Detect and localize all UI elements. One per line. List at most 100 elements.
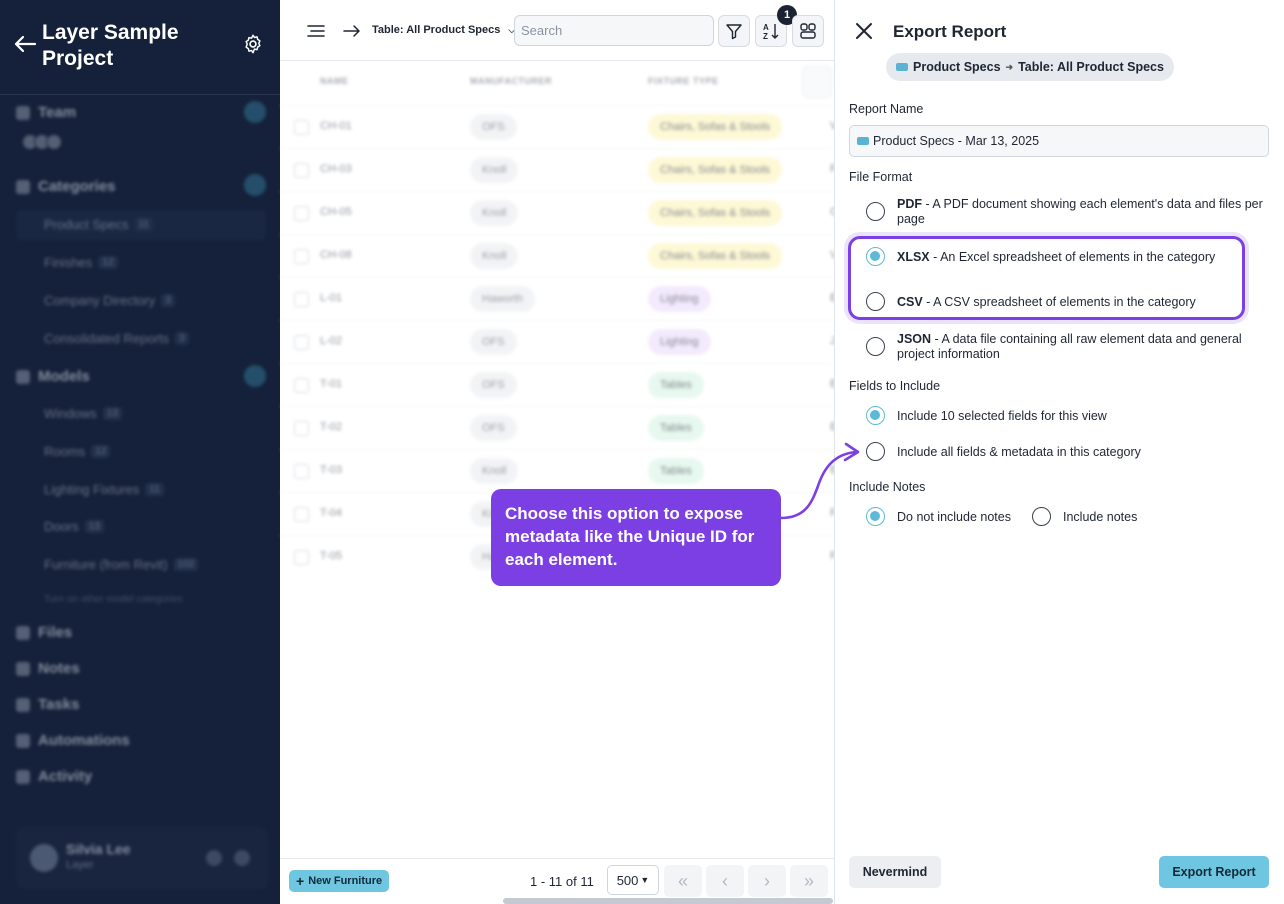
panel-title: Export Report — [893, 22, 1007, 41]
caret-down-icon: ▼ — [640, 875, 650, 885]
filter-button[interactable] — [718, 15, 750, 47]
export-report-button[interactable]: Export Report — [1159, 856, 1269, 888]
sidebar-item-finishes[interactable]: Finishes 12 — [44, 255, 118, 270]
callout-arrow-icon — [779, 442, 860, 520]
radio-xlsx[interactable] — [866, 247, 885, 266]
report-name-field[interactable]: Product Specs - Mar 13, 2025 — [849, 125, 1269, 157]
radio-selected-fields[interactable] — [866, 406, 885, 425]
menu-icon[interactable] — [306, 22, 326, 40]
sidebar: Layer Sample Project Team Categories Pro… — [0, 0, 280, 904]
last-page-button[interactable]: » — [790, 865, 828, 897]
next-page-button[interactable]: › — [748, 865, 786, 897]
nav-activity[interactable]: Activity — [16, 768, 92, 785]
row-checkbox[interactable] — [294, 421, 309, 436]
nav-notes[interactable]: Notes — [16, 660, 80, 677]
group-button[interactable] — [792, 15, 824, 47]
nav-tasks[interactable]: Tasks — [16, 696, 79, 713]
arrow-right-icon[interactable] — [342, 22, 362, 40]
sidebar-item-rooms[interactable]: Rooms 12 — [44, 444, 111, 459]
plus-icon: + — [296, 873, 305, 889]
models-icon — [16, 369, 30, 384]
first-page-button[interactable]: « — [664, 865, 702, 897]
cell-name: CH-03 — [320, 163, 352, 175]
fields-label: Fields to Include — [849, 379, 941, 393]
nevermind-button[interactable]: Nevermind — [849, 856, 941, 888]
nav-files[interactable]: Files — [16, 624, 72, 641]
add-team-button[interactable] — [244, 101, 266, 123]
row-checkbox[interactable] — [294, 206, 309, 221]
table-row[interactable]: CH-08KnollChairs, Sofas & StoolsV — [280, 234, 837, 277]
radio-json[interactable] — [866, 337, 885, 356]
row-checkbox[interactable] — [294, 335, 309, 350]
table-row[interactable]: T-02OFSTablesE — [280, 406, 837, 449]
main-content: Table: All Product Specs ⌵ A Z 1 NAME MA… — [280, 0, 838, 904]
close-icon[interactable] — [855, 22, 873, 40]
radio-include-notes[interactable] — [1032, 507, 1051, 526]
table-row[interactable]: T-03KnollTablesE — [280, 449, 837, 492]
cell-fixture-type: Lighting — [648, 286, 711, 312]
add-category-button[interactable] — [244, 174, 266, 196]
prev-page-button[interactable]: ‹ — [706, 865, 744, 897]
cell-fixture-type: Chairs, Sofas & Stools — [648, 200, 783, 226]
sidebar-item-company-directory[interactable]: Company Directory 3 — [44, 293, 175, 308]
cell-fixture-type: Tables — [648, 415, 704, 441]
cell-name: CH-08 — [320, 249, 352, 261]
column-header-manufacturer[interactable]: MANUFACTURER — [470, 76, 552, 86]
row-checkbox[interactable] — [294, 163, 309, 178]
table-row[interactable]: T-01OFSTablesE — [280, 363, 837, 406]
sidebar-item-doors[interactable]: Doors 13 — [44, 519, 104, 534]
nav-team[interactable]: Team — [16, 104, 76, 121]
page-size-select[interactable]: 500 ▼ — [607, 865, 659, 895]
tooltip-callout: Choose this option to expose metadata li… — [491, 489, 781, 586]
add-model-button[interactable] — [244, 365, 266, 387]
user-card[interactable]: Silvia Lee Layer — [16, 827, 268, 889]
back-arrow-icon[interactable] — [12, 32, 38, 56]
cell-manufacturer: Knoll — [470, 157, 519, 183]
new-furniture-button[interactable]: + New Furniture — [289, 870, 390, 892]
nav-categories[interactable]: Categories — [16, 178, 116, 195]
sidebar-header: Layer Sample Project — [0, 0, 280, 95]
cell-manufacturer: Knoll — [470, 200, 519, 226]
radio-csv[interactable] — [866, 292, 885, 311]
row-checkbox[interactable] — [294, 507, 309, 522]
cell-name: T-05 — [320, 550, 343, 562]
project-title: Layer Sample Project — [42, 21, 179, 70]
row-checkbox[interactable] — [294, 292, 309, 307]
row-checkbox[interactable] — [294, 550, 309, 565]
column-header-fixture-type[interactable]: FIXTURE TYPE — [648, 76, 719, 86]
cell-fixture-type: Chairs, Sofas & Stools — [648, 157, 783, 183]
search-input[interactable] — [514, 15, 714, 46]
table-row[interactable]: L-01HaworthLightingE — [280, 277, 837, 320]
sidebar-item-lighting-fixtures[interactable]: Lighting Fixtures 11 — [44, 482, 164, 497]
table-row[interactable]: L-02 OFS Lighting J — [280, 320, 836, 363]
column-header-name[interactable]: NAME — [320, 76, 349, 86]
team-icon — [16, 105, 30, 120]
table-row[interactable]: CH-03KnollChairs, Sofas & StoolsF — [280, 148, 837, 191]
horizontal-scrollbar[interactable] — [503, 898, 833, 904]
sidebar-item-windows[interactable]: Windows 13 — [44, 406, 122, 421]
row-checkbox[interactable] — [294, 249, 309, 264]
models-hint-link[interactable]: Turn on other model categories — [44, 594, 183, 605]
sidebar-item-consolidated-reports[interactable]: Consolidated Reports 3 — [44, 331, 189, 346]
table-row[interactable]: CH-01OFSChairs, Sofas & StoolsV — [280, 105, 837, 148]
row-checkbox[interactable] — [294, 464, 309, 479]
radio-all-fields[interactable] — [866, 442, 885, 461]
svg-text:A: A — [763, 23, 769, 32]
row-checkbox[interactable] — [294, 120, 309, 135]
help-icon[interactable] — [206, 850, 222, 866]
row-checkbox[interactable] — [294, 378, 309, 393]
radio-pdf[interactable] — [866, 202, 885, 221]
gear-icon[interactable] — [242, 33, 264, 55]
toolbar: Table: All Product Specs ⌵ A Z 1 — [280, 0, 834, 61]
radio-no-notes[interactable] — [866, 507, 885, 526]
nav-models[interactable]: Models — [16, 368, 90, 385]
view-selector[interactable]: Table: All Product Specs ⌵ — [372, 24, 515, 36]
activity-icon — [16, 769, 30, 784]
nav-automations[interactable]: Automations — [16, 732, 130, 749]
account-icon[interactable] — [234, 850, 250, 866]
sidebar-item-furniture[interactable]: Furniture (from Revit) 102 — [44, 557, 199, 572]
add-column-button[interactable] — [802, 66, 832, 98]
sidebar-item-product-specs[interactable]: Product Specs 11 — [44, 217, 153, 232]
table-row[interactable]: CH-05KnollChairs, Sofas & StoolsC — [280, 191, 838, 234]
option-selected-fields-text: Include 10 selected fields for this view — [897, 409, 1107, 423]
